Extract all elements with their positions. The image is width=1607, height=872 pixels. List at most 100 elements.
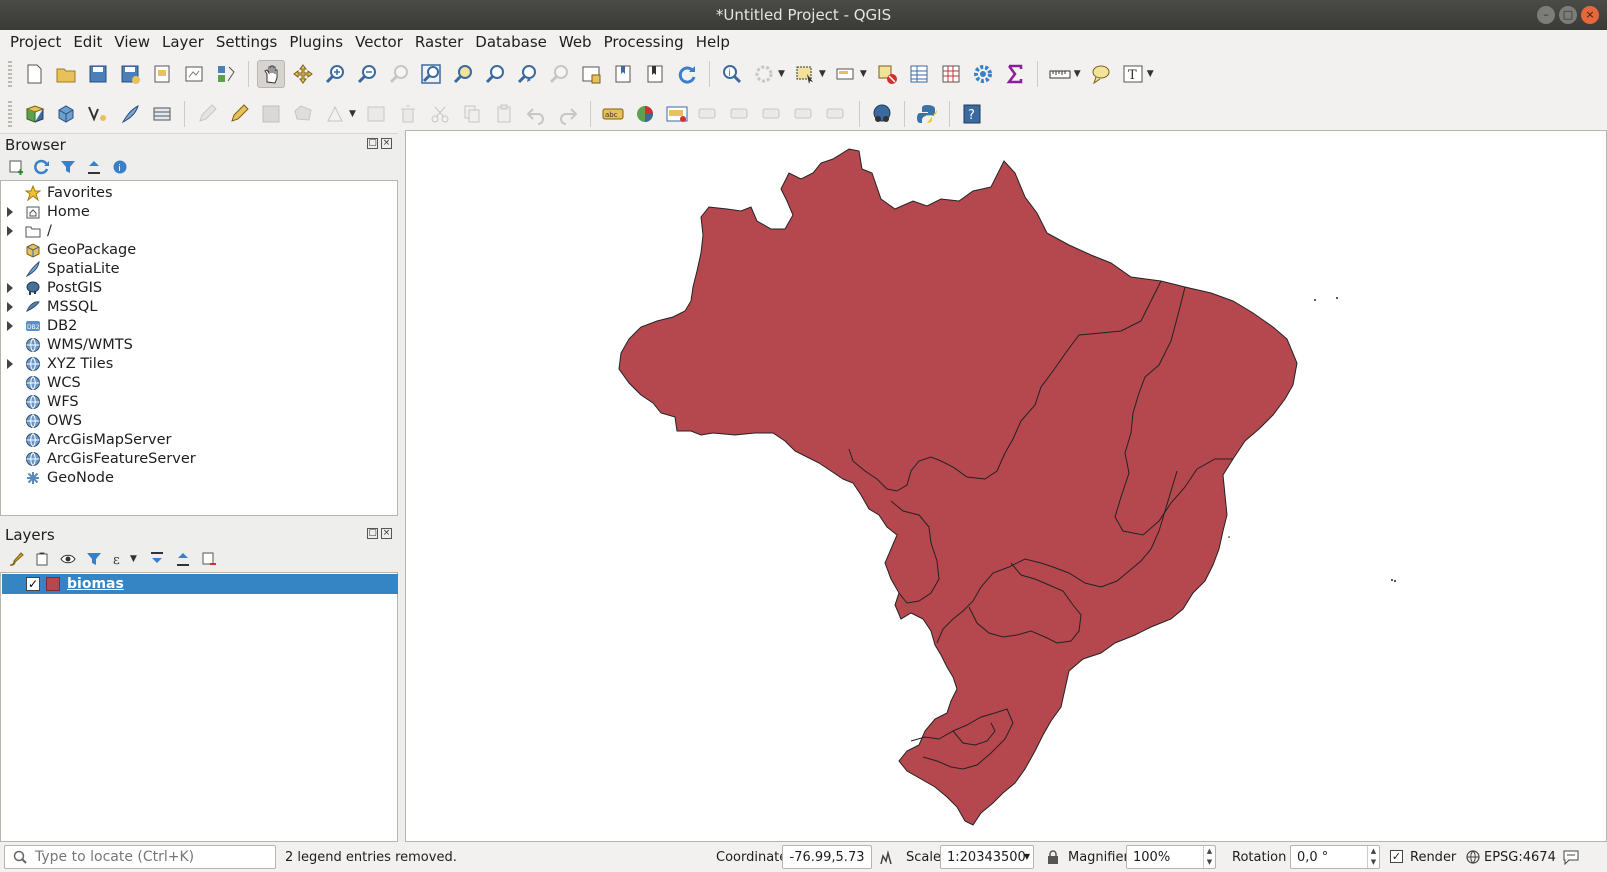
expand-arrow-icon[interactable] [7, 282, 13, 293]
redo-button[interactable] [554, 100, 582, 128]
new-bookmark-button[interactable] [609, 60, 637, 88]
menu-database[interactable]: Database [469, 30, 553, 54]
paste-features-button[interactable] [490, 100, 518, 128]
lock-icon[interactable] [1046, 849, 1060, 865]
browser-item-geopackage[interactable]: GeoPackage [1, 240, 397, 259]
browser-item-geonode[interactable]: GeoNode [1, 468, 397, 487]
menu-processing[interactable]: Processing [598, 30, 690, 54]
current-edits-button[interactable] [193, 100, 221, 128]
manage-visibility-button[interactable] [58, 549, 78, 569]
menu-help[interactable]: Help [690, 30, 736, 54]
browser-item-home[interactable]: Home [1, 202, 397, 221]
zoom-next-button[interactable] [545, 60, 573, 88]
new-shapefile-button[interactable] [84, 100, 112, 128]
field-calculator-button[interactable] [937, 60, 965, 88]
menu-project[interactable]: Project [4, 30, 67, 54]
browser-item-wfs[interactable]: WFS [1, 392, 397, 411]
menu-settings[interactable]: Settings [210, 30, 284, 54]
zoom-to-layer-button[interactable] [481, 60, 509, 88]
browser-item-arcgisfeatureserver[interactable]: ArcGisFeatureServer [1, 449, 397, 468]
highlight-pinned-labels-button[interactable] [663, 100, 691, 128]
change-label-button[interactable] [823, 100, 851, 128]
new-map-view-button[interactable] [577, 60, 605, 88]
statistical-summary-button[interactable] [1001, 60, 1029, 88]
toggle-editing-button[interactable] [225, 100, 253, 128]
browser-item-ows[interactable]: OWS [1, 411, 397, 430]
new-project-button[interactable] [20, 60, 48, 88]
menu-plugins[interactable]: Plugins [283, 30, 349, 54]
browser-item-favorites[interactable]: Favorites [1, 183, 397, 202]
chevron-down-icon[interactable]: ▼ [860, 69, 867, 79]
identify-features-button[interactable]: i [718, 60, 746, 88]
pan-map-button[interactable] [257, 60, 285, 88]
collapse-all-layers-button[interactable] [173, 549, 193, 569]
minimize-button[interactable]: – [1537, 6, 1555, 24]
crs-label[interactable]: EPSG:4674 [1484, 850, 1556, 865]
new-geopackage-button[interactable] [52, 100, 80, 128]
filter-by-expression-button[interactable]: ε [110, 549, 130, 569]
rotate-label-button[interactable] [791, 100, 819, 128]
attribute-table-button[interactable] [905, 60, 933, 88]
browser-item-mssql[interactable]: MSSQL [1, 297, 397, 316]
chevron-down-icon[interactable]: ▼ [1147, 69, 1154, 79]
browser-item-spatialite[interactable]: SpatiaLite [1, 259, 397, 278]
close-panel-button[interactable]: × [381, 138, 392, 149]
layer-labeling-button[interactable]: abc [599, 100, 627, 128]
select-features-button[interactable] [791, 60, 819, 88]
refresh-browser-button[interactable] [32, 157, 52, 177]
select-by-value-button[interactable] [832, 60, 860, 88]
undo-button[interactable] [522, 100, 550, 128]
run-action-button[interactable] [750, 60, 778, 88]
layer-visibility-checkbox[interactable]: ✓ [26, 577, 40, 591]
zoom-full-button[interactable] [417, 60, 445, 88]
refresh-button[interactable] [673, 60, 701, 88]
expand-arrow-icon[interactable] [7, 358, 13, 369]
toolbar-grip[interactable] [8, 61, 12, 87]
collapse-all-button[interactable] [84, 157, 104, 177]
chevron-down-icon[interactable]: ▼ [130, 554, 137, 564]
expand-arrow-icon[interactable] [7, 320, 13, 331]
layout-manager-button[interactable] [180, 60, 208, 88]
style-manager-button[interactable] [212, 60, 240, 88]
new-print-layout-button[interactable] [148, 60, 176, 88]
pin-labels-button[interactable] [695, 100, 723, 128]
menu-edit[interactable]: Edit [67, 30, 108, 54]
maximize-button[interactable]: □ [1559, 6, 1577, 24]
move-label-button[interactable] [759, 100, 787, 128]
browser-item-db2[interactable]: DB2 DB2 [1, 316, 397, 335]
measure-line-button[interactable] [1046, 60, 1074, 88]
save-project-button[interactable] [84, 60, 112, 88]
coordinate-field[interactable]: -76.99,5.73 [782, 845, 872, 869]
open-project-button[interactable] [52, 60, 80, 88]
browser-tree[interactable]: Favorites Home / GeoPackage SpatiaLite PostGI… [0, 180, 398, 516]
vertex-tool-button[interactable] [321, 100, 349, 128]
add-group-button[interactable] [32, 549, 52, 569]
menu-view[interactable]: View [108, 30, 156, 54]
deselect-all-button[interactable] [873, 60, 901, 88]
copy-features-button[interactable] [458, 100, 486, 128]
expand-arrow-icon[interactable] [7, 301, 13, 312]
zoom-to-selection-button[interactable] [449, 60, 477, 88]
python-console-button[interactable] [913, 100, 941, 128]
browser-item-arcgismapserver[interactable]: ArcGisMapServer [1, 430, 397, 449]
save-as-button[interactable] [116, 60, 144, 88]
cut-features-button[interactable] [426, 100, 454, 128]
spin-buttons[interactable]: ▲ ▼ [1203, 846, 1215, 868]
add-feature-button[interactable] [289, 100, 317, 128]
zoom-last-button[interactable] [513, 60, 541, 88]
close-panel-button[interactable]: × [381, 528, 392, 539]
browser-item-wms-wmts[interactable]: WMS/WMTS [1, 335, 397, 354]
new-virtual-layer-button[interactable] [148, 100, 176, 128]
zoom-native-button[interactable] [385, 60, 413, 88]
properties-button[interactable]: i [110, 157, 130, 177]
chevron-down-icon[interactable]: ▼ [1074, 69, 1081, 79]
delete-selected-button[interactable] [394, 100, 422, 128]
help-contents-button[interactable]: ? [958, 100, 986, 128]
locator-search-box[interactable]: Type to locate (Ctrl+K) [4, 845, 276, 869]
messages-icon[interactable] [1562, 849, 1580, 865]
brazil-biomes-polygon[interactable] [618, 148, 1298, 826]
show-hide-labels-button[interactable] [727, 100, 755, 128]
data-source-manager-button[interactable] [20, 100, 48, 128]
processing-toolbox-button[interactable] [969, 60, 997, 88]
menu-raster[interactable]: Raster [409, 30, 469, 54]
